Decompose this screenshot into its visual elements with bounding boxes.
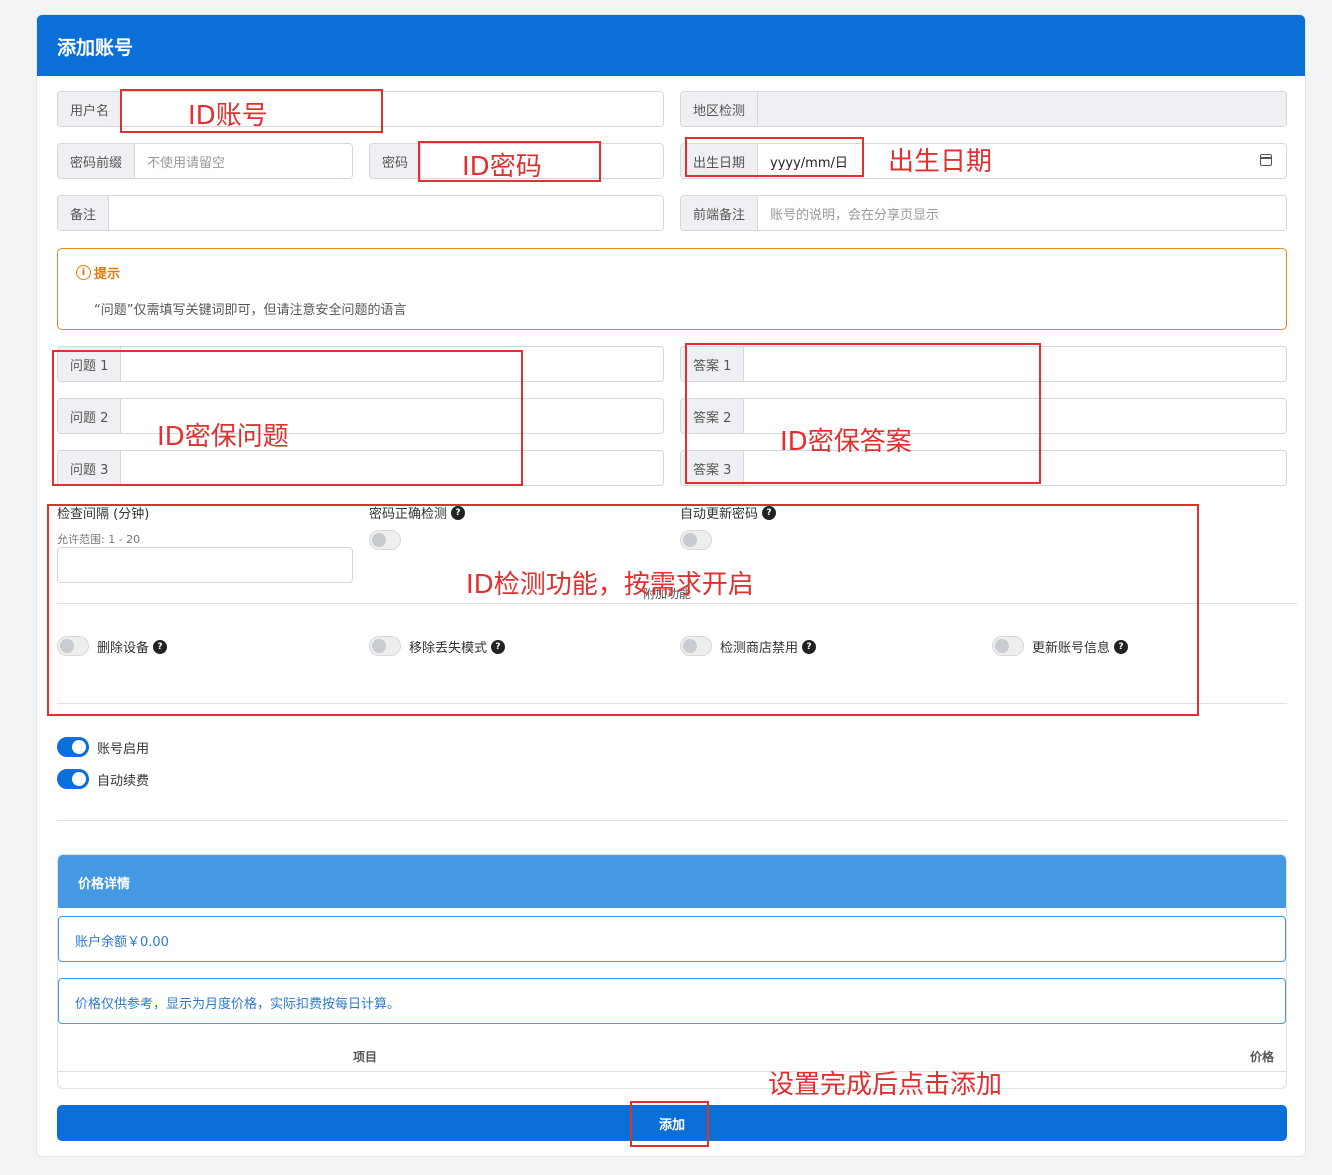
info-icon: i [76, 265, 91, 280]
notice-title: i 提示 [76, 263, 120, 282]
notice-box: i 提示 “问题”仅需填写关键词即可，但请注意安全问题的语言 [57, 248, 1287, 330]
column-price: 价格 [1249, 1050, 1274, 1064]
annotation-box [630, 1101, 709, 1147]
account-enabled-toggle[interactable] [57, 737, 89, 757]
annotation-box [685, 137, 864, 177]
annotation-box [47, 504, 1199, 716]
column-item: 项目 [353, 1050, 378, 1064]
annotation-id-account: ID账号 [188, 101, 268, 131]
price-details-title: 价格详情 [58, 855, 1286, 908]
page-title: 添加账号 [37, 15, 1305, 76]
balance-info: 账户余额￥0.00 [58, 916, 1286, 962]
annotation-birthday: 出生日期 [888, 147, 993, 177]
front-remark-label: 前端备注 [681, 196, 759, 230]
region-input [758, 92, 1286, 126]
remark-input[interactable] [109, 196, 663, 230]
divider [58, 1071, 1286, 1072]
annotation-id-password: ID密码 [462, 152, 542, 182]
notice-title-text: 提示 [94, 267, 121, 282]
remark-field: 备注 [57, 195, 664, 231]
password-prefix-input[interactable]: 不使用请留空 [135, 144, 352, 178]
annotation-security-question: ID密保问题 [157, 422, 289, 452]
front-remark-field: 前端备注 账号的说明，会在分享页显示 [680, 195, 1287, 231]
region-field: 地区检测 [680, 91, 1287, 127]
password-prefix-label: 密码前缀 [58, 144, 136, 178]
notice-text: “问题”仅需填写关键词即可，但请注意安全问题的语言 [94, 303, 407, 318]
annotation-submit-hint: 设置完成后点击添加 [768, 1070, 1003, 1100]
divider [57, 820, 1287, 821]
price-details-panel: 价格详情 账户余额￥0.00 价格仅供参考，显示为月度价格，实际扣费按每日计算。… [57, 854, 1287, 1089]
front-remark-input[interactable]: 账号的说明，会在分享页显示 [758, 196, 1286, 230]
remark-label: 备注 [58, 196, 110, 230]
price-note: 价格仅供参考，显示为月度价格，实际扣费按每日计算。 [58, 978, 1286, 1024]
password-label: 密码 [370, 144, 422, 178]
username-label: 用户名 [58, 92, 123, 126]
annotation-check-feature: ID检测功能，按需求开启 [466, 570, 754, 600]
region-label: 地区检测 [681, 92, 759, 126]
annotation-box [685, 343, 1041, 484]
account-enabled-label: 账号启用 [97, 742, 150, 757]
auto-renew-label: 自动续费 [97, 774, 150, 789]
annotation-security-answer: ID密保答案 [780, 427, 912, 457]
calendar-icon[interactable] [1260, 154, 1272, 166]
password-prefix-field: 密码前缀 不使用请留空 [57, 143, 353, 179]
auto-renew-toggle[interactable] [57, 769, 89, 789]
